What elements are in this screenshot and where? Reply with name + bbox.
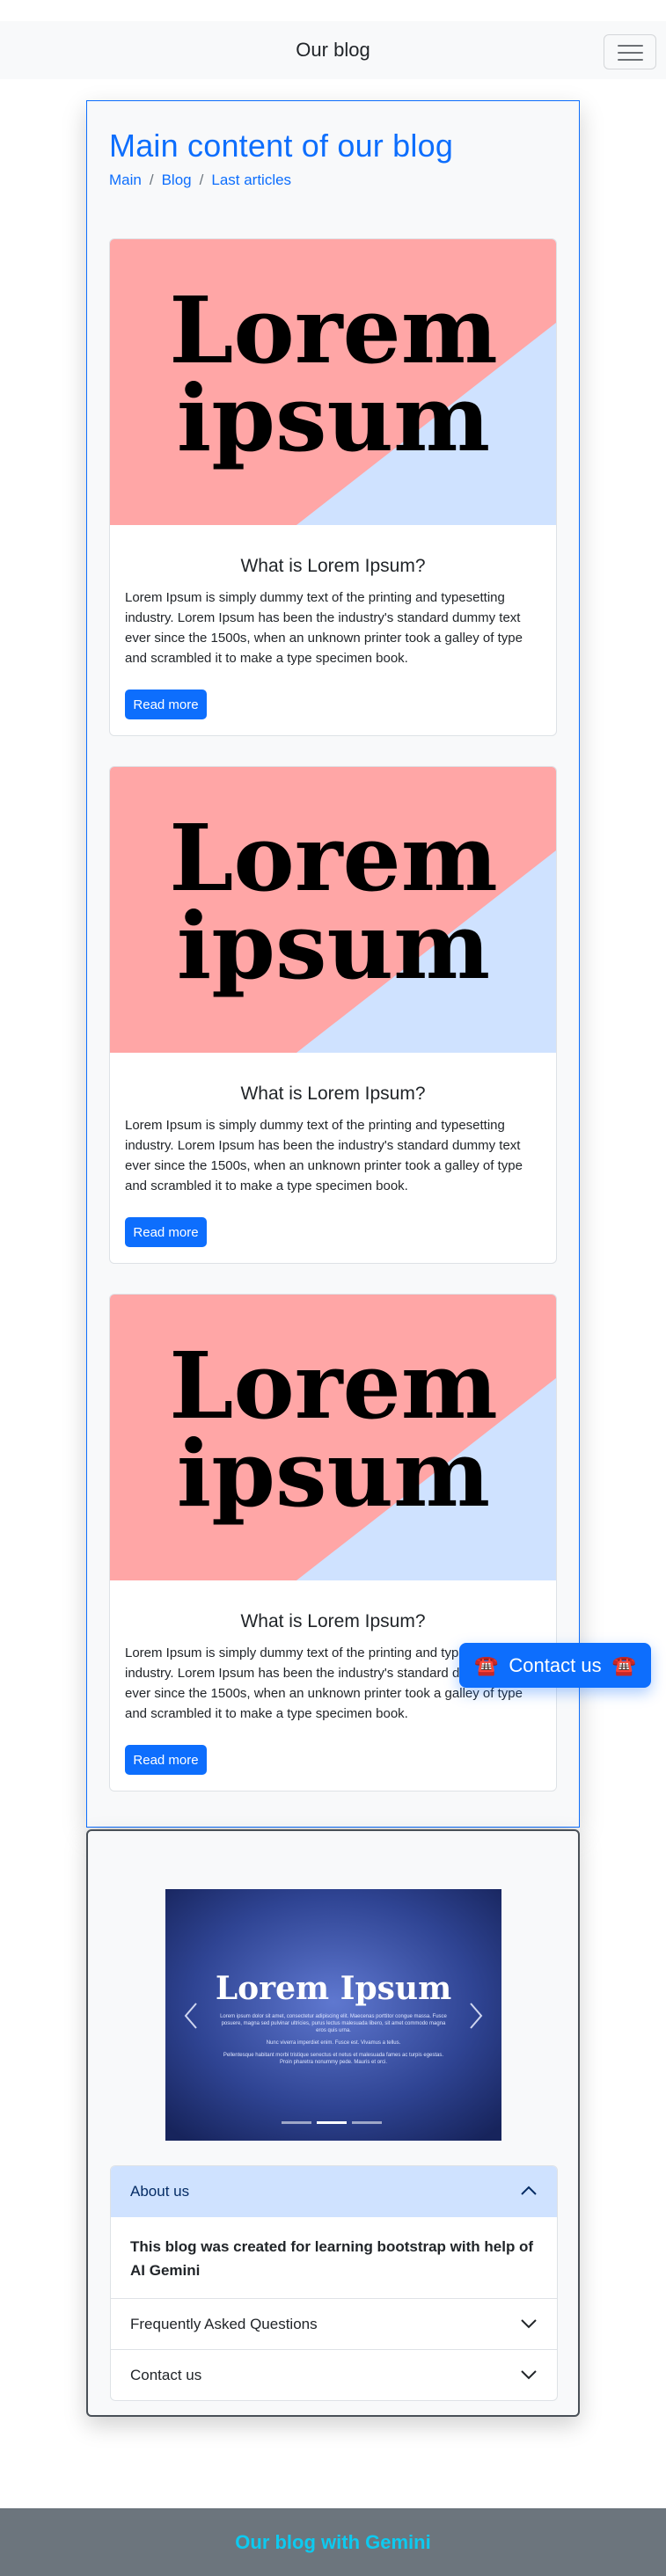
card-image-text-line2: ipsum bbox=[177, 364, 490, 472]
accordion-header-faq[interactable]: Frequently Asked Questions bbox=[111, 2298, 557, 2349]
navbar: Our blog bbox=[0, 21, 666, 79]
breadcrumb-item-main[interactable]: Main bbox=[109, 171, 142, 188]
read-more-button[interactable]: Read more bbox=[125, 690, 207, 719]
contact-us-floating-button[interactable]: ☎️ Contact us ☎️ bbox=[459, 1643, 651, 1688]
carousel-slide-text: Lorem ipsum dolor sit amet, consectetur … bbox=[220, 2014, 447, 2033]
carousel-slide-title: Lorem Ipsum bbox=[216, 1970, 451, 2007]
article-card: Lorem ipsum What is Lorem Ipsum? Lorem I… bbox=[109, 238, 557, 736]
telephone-icon: ☎️ bbox=[474, 1653, 499, 1676]
hamburger-icon-line bbox=[618, 52, 643, 54]
card-image-text-line2: ipsum bbox=[177, 1419, 490, 1528]
carousel-indicator[interactable] bbox=[282, 2121, 311, 2124]
contact-us-label: Contact us bbox=[509, 1653, 602, 1676]
main-content-panel: Main content of our blog Main / Blog / Last … bbox=[86, 100, 580, 1828]
breadcrumb-item-blog[interactable]: Blog bbox=[162, 171, 192, 188]
card-title: What is Lorem Ipsum? bbox=[240, 556, 426, 576]
carousel-indicators bbox=[282, 2121, 382, 2124]
navbar-toggler-button[interactable] bbox=[604, 34, 656, 69]
breadcrumb: Main / Blog / Last articles bbox=[109, 171, 291, 189]
carousel: Lorem Ipsum Lorem ipsum dolor sit amet, … bbox=[165, 1889, 501, 2141]
accordion-header-contact-us[interactable]: Contact us bbox=[111, 2349, 557, 2400]
footer-text: Our blog with Gemini bbox=[235, 2531, 431, 2553]
accordion-header-label: Frequently Asked Questions bbox=[130, 2315, 318, 2332]
accordion-body: This blog was created for learning boots… bbox=[130, 2238, 534, 2279]
navbar-brand[interactable]: Our blog bbox=[0, 39, 666, 62]
card-image: Lorem ipsum bbox=[110, 239, 556, 525]
carousel-indicator-active[interactable] bbox=[317, 2121, 347, 2124]
accordion-header-label: About us bbox=[130, 2183, 190, 2200]
breadcrumb-separator: / bbox=[149, 171, 154, 188]
page-title: Main content of our blog bbox=[109, 128, 454, 164]
telephone-icon: ☎️ bbox=[611, 1653, 636, 1676]
read-more-button[interactable]: Read more bbox=[125, 1217, 207, 1247]
hamburger-icon bbox=[618, 45, 643, 47]
hamburger-icon-line bbox=[618, 59, 643, 61]
carousel-slide-text: Nunc viverra imperdiet enim. Fusce est. … bbox=[266, 2040, 401, 2046]
article-card: Lorem ipsum What is Lorem Ipsum? Lorem I… bbox=[109, 1294, 557, 1792]
carousel-slide-text: Pellentesque habitant morbi tristique se… bbox=[223, 2053, 444, 2065]
info-panel: Lorem Ipsum Lorem ipsum dolor sit amet, … bbox=[86, 1829, 580, 2417]
card-title: What is Lorem Ipsum? bbox=[240, 1611, 426, 1631]
chevron-down-icon bbox=[521, 2370, 537, 2380]
carousel-slide: Lorem Ipsum Lorem ipsum dolor sit amet, … bbox=[165, 1889, 501, 2141]
footer-bar: Our blog with Gemini bbox=[0, 2508, 666, 2576]
carousel-prev-icon[interactable] bbox=[178, 1998, 204, 2033]
card-text: Lorem Ipsum is simply dummy text of the … bbox=[125, 1118, 523, 1193]
card-image-text-line2: ipsum bbox=[177, 892, 490, 1000]
carousel-indicator[interactable] bbox=[352, 2121, 382, 2124]
card-image: Lorem ipsum bbox=[110, 1295, 556, 1580]
card-image: Lorem ipsum bbox=[110, 767, 556, 1053]
chevron-down-icon bbox=[521, 2319, 537, 2329]
accordion-header-about-us[interactable]: About us bbox=[111, 2166, 557, 2217]
breadcrumb-separator: / bbox=[199, 171, 204, 188]
card-title: What is Lorem Ipsum? bbox=[240, 1084, 426, 1104]
accordion: About us This blog was created for learn… bbox=[110, 2165, 558, 2401]
breadcrumb-item-last-articles[interactable]: Last articles bbox=[211, 171, 291, 188]
card-text: Lorem Ipsum is simply dummy text of the … bbox=[125, 590, 523, 666]
read-more-button[interactable]: Read more bbox=[125, 1745, 207, 1775]
article-card: Lorem ipsum What is Lorem Ipsum? Lorem I… bbox=[109, 766, 557, 1264]
chevron-up-icon bbox=[521, 2186, 537, 2195]
carousel-next-icon[interactable] bbox=[463, 1998, 489, 2033]
accordion-header-label: Contact us bbox=[130, 2366, 202, 2383]
